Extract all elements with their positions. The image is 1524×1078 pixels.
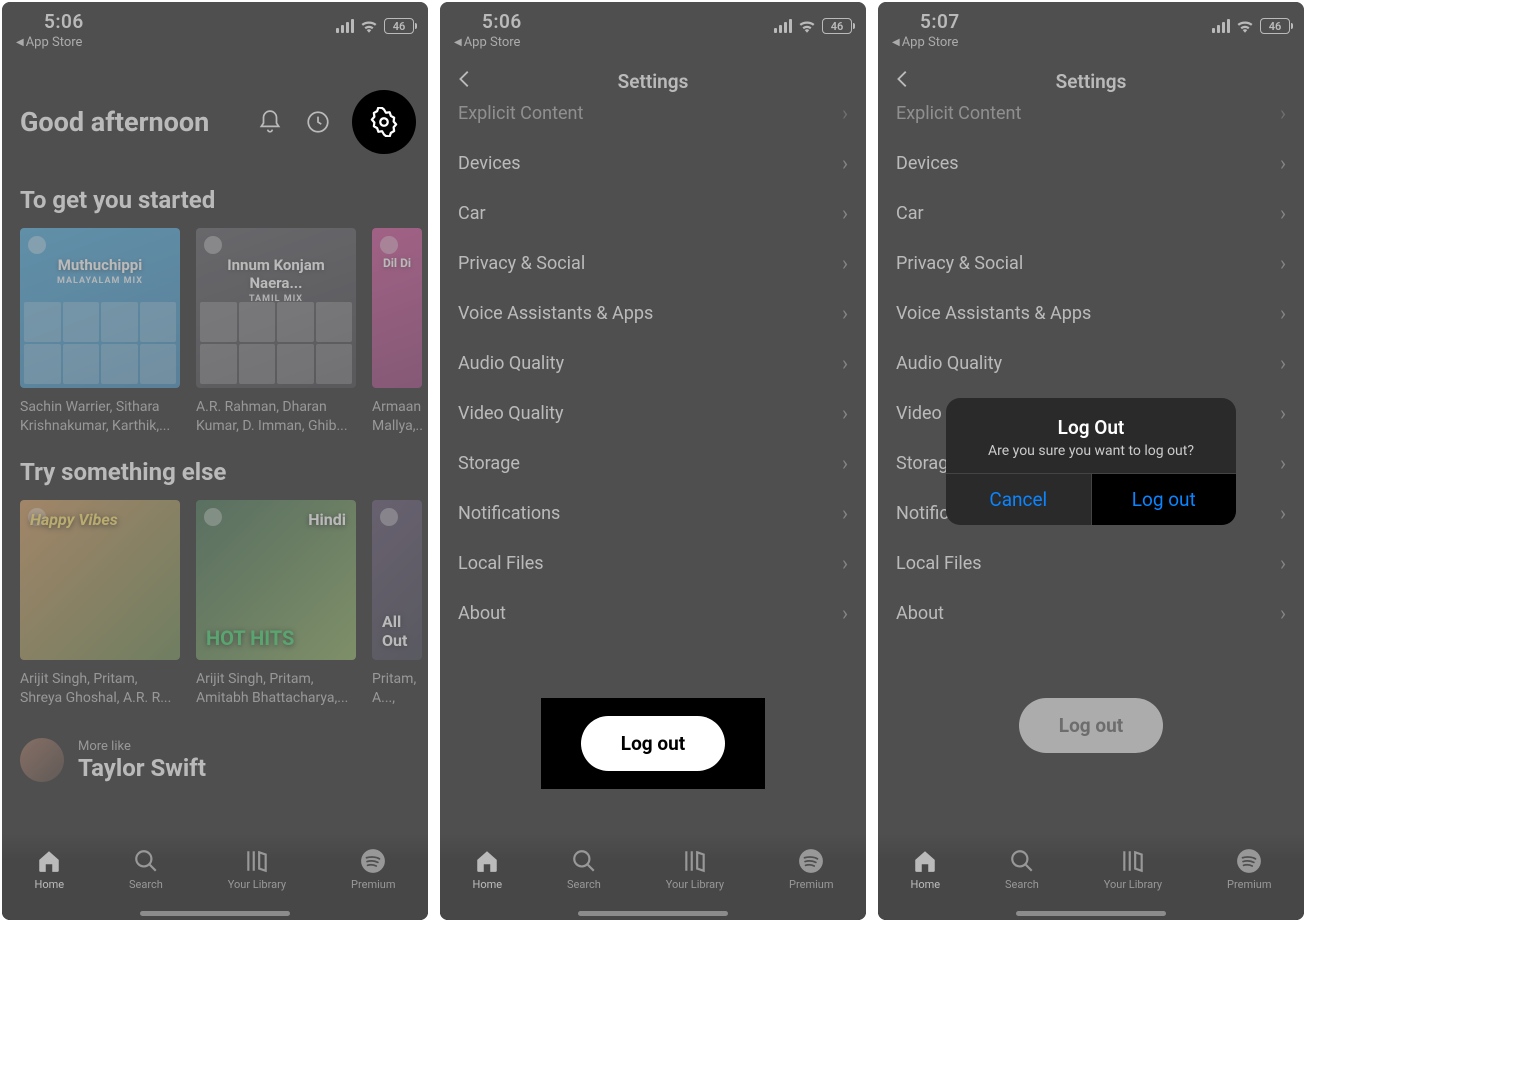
home-indicator[interactable] [140,911,290,916]
library-icon [682,848,708,874]
nav-library[interactable]: Your Library [666,848,724,891]
screen-home: 5:06 App Store 46 Good afternoon To get … [2,2,428,920]
chevron-right-icon: › [842,401,848,425]
status-time: 5:06 [16,10,84,33]
gear-icon [369,107,399,137]
chevron-right-icon: › [842,201,848,225]
playlist-card[interactable]: All Out Pritam, A..., Shreya G... [372,500,422,708]
cellular-signal-icon [774,19,792,33]
wifi-icon [798,19,816,33]
settings-list[interactable]: Explicit Content› Devices› Car› Privacy … [440,88,866,638]
chevron-right-icon: › [842,151,848,175]
status-back-to-app[interactable]: App Store [454,35,522,50]
library-icon [244,848,270,874]
section-title-started: To get you started [2,164,428,228]
section-title-else: Try something else [2,436,428,500]
chevron-right-icon: › [842,351,848,375]
chevron-right-icon: › [842,551,848,575]
home-icon [36,848,62,874]
nav-premium[interactable]: Premium [351,848,395,891]
dialog-scrim: Log Out Are you sure you want to log out… [878,2,1304,920]
logout-dialog: Log Out Are you sure you want to log out… [946,398,1236,525]
back-button[interactable] [454,68,476,90]
playlist-caption: Arijit Singh, Pritam, Shreya Ghoshal, A.… [20,670,180,708]
bottom-nav: Home Search Your Library Premium [440,834,866,920]
nav-library[interactable]: Your Library [228,848,286,891]
chevron-right-icon: › [842,101,848,125]
chevron-right-icon: › [842,301,848,325]
status-bar: 5:06 App Store 46 [440,2,866,50]
screen-settings: 5:06 App Store 46 Settings Explicit Cont… [440,2,866,920]
status-back-to-app[interactable]: App Store [16,35,84,50]
home-icon [474,848,500,874]
settings-row-explicit[interactable]: Explicit Content› [440,88,866,138]
playlist-caption: Arijit Singh, Pritam, Amitabh Bhattachar… [196,670,356,708]
chevron-right-icon: › [842,601,848,625]
nav-search[interactable]: Search [129,848,163,891]
settings-row-video-quality[interactable]: Video Quality› [440,388,866,438]
settings-row-privacy[interactable]: Privacy & Social› [440,238,866,288]
more-like-section[interactable]: More like Taylor Swift [2,708,428,792]
dialog-confirm-button[interactable]: Log out [1092,474,1237,525]
cellular-signal-icon [336,19,354,33]
dialog-title: Log Out [958,416,1224,439]
chevron-right-icon: › [842,251,848,275]
artist-avatar [20,738,64,782]
chevron-left-icon [454,68,476,90]
settings-row-storage[interactable]: Storage› [440,438,866,488]
nav-premium[interactable]: Premium [789,848,833,891]
settings-row-about[interactable]: About› [440,588,866,638]
chevron-right-icon: › [842,501,848,525]
search-icon [571,848,597,874]
home-indicator[interactable] [578,911,728,916]
status-bar: 5:06 App Store 46 [2,2,428,50]
settings-button-highlight[interactable] [352,90,416,154]
settings-row-audio-quality[interactable]: Audio Quality› [440,338,866,388]
settings-row-notifications[interactable]: Notifications› [440,488,866,538]
settings-row-devices[interactable]: Devices› [440,138,866,188]
playlist-caption: Sachin Warrier, Sithara Krishnakumar, Ka… [20,398,180,436]
card-row-started[interactable]: Muthuchippi MALAYALAM MIX Sachin Warrier… [2,228,428,436]
dialog-message: Are you sure you want to log out? [958,443,1224,459]
card-row-else[interactable]: Happy Vibes Arijit Singh, Pritam, Shreya… [2,500,428,708]
dialog-cancel-button[interactable]: Cancel [946,474,1092,525]
playlist-card[interactable]: Muthuchippi MALAYALAM MIX Sachin Warrier… [20,228,180,436]
more-like-label: More like [78,739,206,754]
logout-highlight: Log out [541,698,765,789]
settings-row-voice[interactable]: Voice Assistants & Apps› [440,288,866,338]
nav-search[interactable]: Search [567,848,601,891]
greeting-title: Good afternoon [20,106,209,138]
playlist-card[interactable]: Innum Konjam Naera... TAMIL MIX A.R. Rah… [196,228,356,436]
status-time: 5:06 [454,10,522,33]
spotify-icon [798,848,824,874]
playlist-caption: A.R. Rahman, Dharan Kumar, D. Imman, Ghi… [196,398,356,436]
settings-row-local-files[interactable]: Local Files› [440,538,866,588]
screen-logout-confirm: 5:07 App Store 46 Settings Explicit Cont… [878,2,1304,920]
nav-home[interactable]: Home [34,848,64,891]
battery-indicator: 46 [822,18,852,34]
settings-row-car[interactable]: Car› [440,188,866,238]
playlist-card[interactable]: Happy Vibes Arijit Singh, Pritam, Shreya… [20,500,180,708]
nav-home[interactable]: Home [472,848,502,891]
bottom-nav: Home Search Your Library Premium [2,834,428,920]
recently-played-icon[interactable] [304,108,332,136]
playlist-card[interactable]: Hindi HOT HITS Arijit Singh, Pritam, Ami… [196,500,356,708]
battery-indicator: 46 [384,18,414,34]
wifi-icon [360,19,378,33]
playlist-caption: Armaan Mallya,... [372,398,422,436]
logout-button[interactable]: Log out [581,716,725,771]
search-icon [133,848,159,874]
playlist-card[interactable]: Dil Di Armaan Mallya,... [372,228,422,436]
chevron-right-icon: › [842,451,848,475]
notifications-icon[interactable] [256,108,284,136]
more-like-artist: Taylor Swift [78,754,206,782]
playlist-caption: Pritam, A..., Shreya G... [372,670,422,708]
spotify-icon [360,848,386,874]
